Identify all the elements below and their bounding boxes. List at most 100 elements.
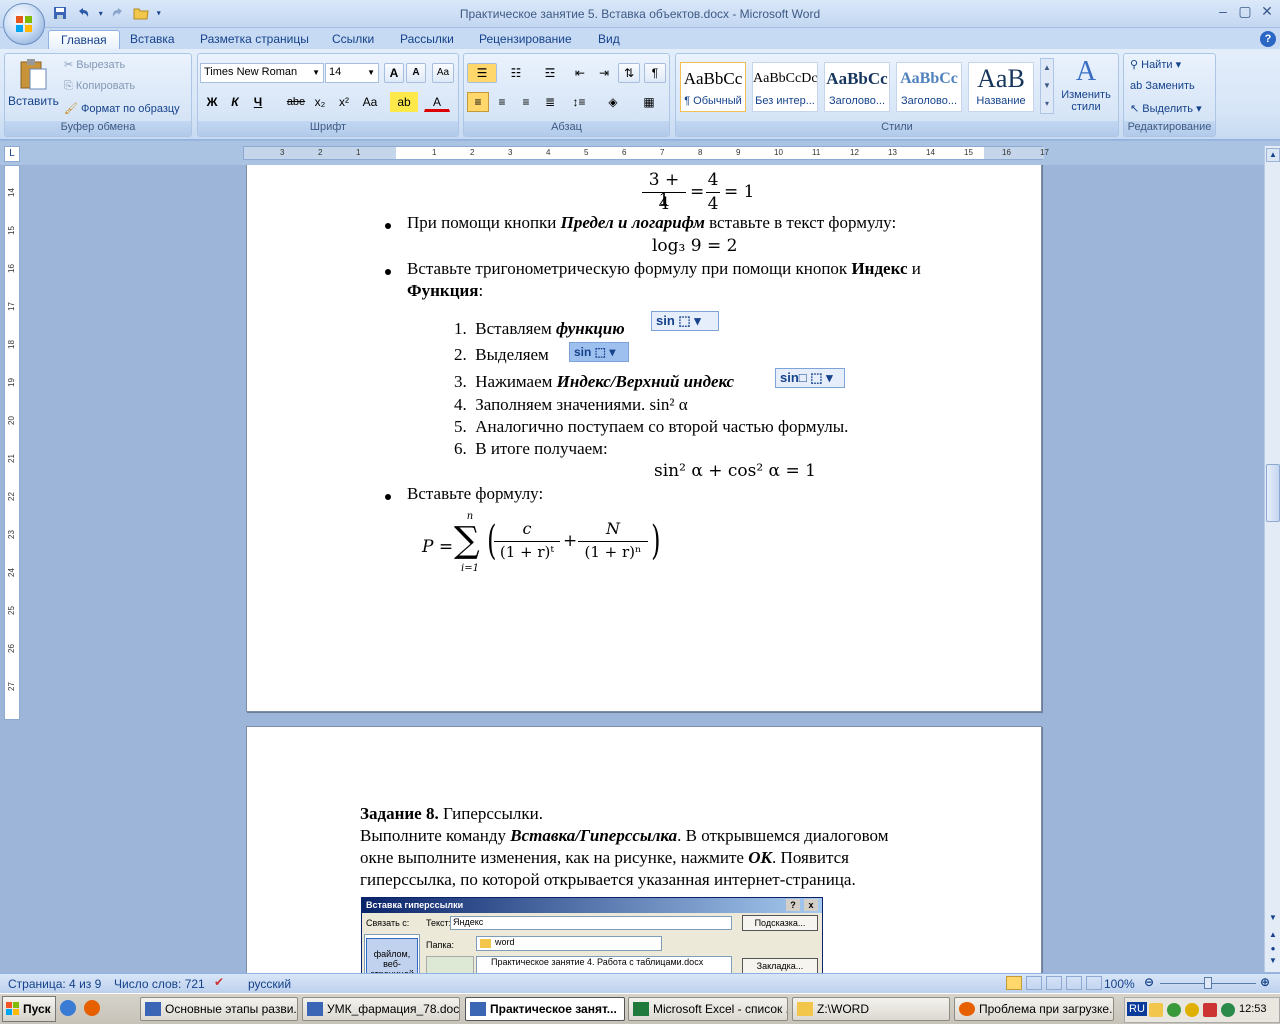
taskbar-item[interactable]: Z:\WORD [792, 997, 950, 1021]
tab-selector[interactable]: L [4, 146, 20, 162]
multilevel-list-button[interactable]: ☲ [535, 63, 565, 83]
style-title[interactable]: AaB Название [968, 62, 1034, 112]
zoom-in-icon[interactable]: ⊕ [1260, 975, 1270, 989]
decrease-indent-button[interactable]: ⇤ [569, 63, 591, 83]
zoom-slider-thumb[interactable] [1204, 977, 1212, 989]
horizontal-ruler[interactable]: 3 2 1 1 2 3 4 5 6 7 8 9 10 11 12 13 14 15 16 17 [243, 146, 1049, 160]
font-size-combo[interactable]: 14 ▼ [325, 63, 379, 83]
office-button[interactable] [3, 3, 45, 45]
zoom-out-icon[interactable]: ⊖ [1144, 975, 1154, 989]
draft-view-icon[interactable] [1086, 976, 1102, 990]
font-color-button[interactable]: A [424, 92, 450, 112]
scroll-thumb[interactable] [1266, 464, 1280, 522]
tab-page-layout[interactable]: Разметка страницы [188, 30, 321, 50]
font-name-combo[interactable]: Times New Roman ▼ [200, 63, 324, 83]
help-icon[interactable]: ? [1260, 31, 1276, 47]
prev-page-icon[interactable]: ▲ [1266, 930, 1280, 942]
shrink-font-button[interactable]: A [406, 63, 426, 83]
language[interactable]: русский [248, 977, 291, 991]
word-count[interactable]: Число слов: 721 [114, 977, 205, 991]
zoom-level[interactable]: 100% [1104, 977, 1135, 991]
outline-view-icon[interactable] [1066, 976, 1082, 990]
next-page-icon[interactable]: ▼ [1266, 956, 1280, 968]
page-count[interactable]: Страница: 4 из 9 [8, 977, 101, 991]
borders-button[interactable]: ▦ [633, 92, 665, 112]
taskbar-item[interactable]: Проблема при загрузке... [954, 997, 1114, 1021]
bullets-button[interactable]: ☰ [467, 63, 497, 83]
vertical-ruler[interactable]: 14 15 16 17 18 19 20 21 22 23 24 25 26 27 [4, 165, 20, 720]
strikethrough-button[interactable]: abe [284, 92, 308, 112]
underline-button[interactable]: Ч [248, 92, 268, 112]
style-heading1[interactable]: AaBbCc Заголово... [824, 62, 890, 112]
scroll-down-arrow-icon[interactable]: ▼ [1266, 912, 1280, 926]
print-layout-view-icon[interactable] [1006, 976, 1022, 990]
page[interactable]: 3 + 1 4 = 4 4 = 1 При помощи кнопки Пред… [246, 165, 1042, 712]
numbering-button[interactable]: ☷ [501, 63, 531, 83]
grow-font-button[interactable]: A [384, 63, 404, 83]
web-layout-view-icon[interactable] [1046, 976, 1062, 990]
highlight-button[interactable]: ab [390, 92, 418, 112]
cut-button[interactable]: ✂ Вырезать [64, 58, 125, 71]
full-screen-view-icon[interactable] [1026, 976, 1042, 990]
bold-button[interactable]: Ж [202, 92, 222, 112]
styles-scroll[interactable]: ▲ ▼ ▾ [1040, 58, 1054, 114]
taskbar-item[interactable]: Microsoft Excel - список ... [628, 997, 788, 1021]
subscript-button[interactable]: x₂ [309, 92, 331, 112]
find-button[interactable]: ⚲ Найти ▾ [1130, 58, 1181, 71]
style-no-spacing[interactable]: AaBbCcDc Без интер... [752, 62, 818, 112]
minimize-button[interactable]: – [1212, 3, 1234, 21]
copy-button[interactable]: ⎘ Копировать [64, 80, 135, 93]
taskbar-item[interactable]: УМК_фармация_78.doc... [302, 997, 460, 1021]
shield-icon[interactable] [1149, 1003, 1163, 1017]
sort-button[interactable]: ⇅ [618, 63, 640, 83]
font-color-icon: A [432, 95, 441, 109]
shading-button[interactable]: ◈ [597, 92, 629, 112]
line-spacing-button[interactable]: ↕≡ [565, 92, 593, 112]
text-span: окне выполните изменения, как на рисунке… [360, 848, 749, 867]
change-styles-button[interactable]: A Изменить стили [1058, 55, 1114, 121]
firefox-quicklaunch-icon[interactable] [84, 1000, 100, 1016]
italic-button[interactable]: К [225, 92, 245, 112]
taskbar-item[interactable]: Основные этапы разви... [140, 997, 298, 1021]
style-normal[interactable]: AaBbCc ¶ Обычный [680, 62, 746, 112]
vertical-scrollbar[interactable]: ▲ ▼ ▲ ● ▼ [1264, 146, 1280, 972]
language-indicator[interactable]: RU [1127, 1002, 1147, 1016]
superscript-button[interactable]: x² [333, 92, 355, 112]
antivirus-icon[interactable] [1185, 1003, 1199, 1017]
start-button[interactable]: Пуск [2, 996, 56, 1022]
page[interactable]: Задание 8. Гиперссылки. Выполните команд… [246, 726, 1042, 973]
ruler-number: 6 [622, 148, 627, 157]
align-left-button[interactable]: ≡ [467, 92, 489, 112]
close-button[interactable]: ✕ [1256, 3, 1278, 21]
paste-button[interactable]: Вставить [8, 55, 59, 121]
tray-app-icon[interactable] [1221, 1003, 1235, 1017]
taskbar-item-active[interactable]: Практическое занят... [465, 997, 625, 1021]
maximize-button[interactable]: ▢ [1234, 3, 1256, 21]
tab-references[interactable]: Ссылки [320, 30, 386, 50]
ie-quicklaunch-icon[interactable] [60, 1000, 76, 1016]
tab-insert[interactable]: Вставка [118, 30, 187, 50]
replace-button[interactable]: ab Заменить [1130, 80, 1195, 92]
change-case-button[interactable]: Aa [357, 92, 383, 112]
justify-button[interactable]: ≣ [539, 92, 561, 112]
style-heading2[interactable]: AaBbCc Заголово... [896, 62, 962, 112]
select-button[interactable]: ↖ Выделить ▾ [1130, 102, 1202, 115]
tray-app-icon[interactable] [1203, 1003, 1217, 1017]
equation-object-sin[interactable]: sin ⬚ ▾ [651, 311, 719, 331]
equation-object-selected[interactable]: sin ⬚ ▾ [569, 342, 629, 362]
tab-home[interactable]: Главная [48, 30, 120, 50]
align-right-button[interactable]: ≡ [515, 92, 537, 112]
equation-object-superscript[interactable]: sin□ ⬚ ▾ [775, 368, 845, 388]
tab-review[interactable]: Рецензирование [467, 30, 584, 50]
tab-view[interactable]: Вид [586, 30, 632, 50]
spellcheck-icon[interactable]: ✔ [214, 975, 224, 989]
network-icon[interactable] [1167, 1003, 1181, 1017]
align-center-button[interactable]: ≡ [491, 92, 513, 112]
clear-formatting-button[interactable]: Aa [432, 63, 454, 83]
format-painter-button[interactable]: 🖌 Формат по образцу [64, 102, 180, 115]
increase-indent-button[interactable]: ⇥ [593, 63, 615, 83]
scroll-up-arrow-icon[interactable]: ▲ [1266, 148, 1280, 162]
show-marks-button[interactable]: ¶ [644, 63, 666, 83]
tab-mailings[interactable]: Рассылки [388, 30, 466, 50]
browse-object-icon[interactable]: ● [1266, 944, 1280, 956]
